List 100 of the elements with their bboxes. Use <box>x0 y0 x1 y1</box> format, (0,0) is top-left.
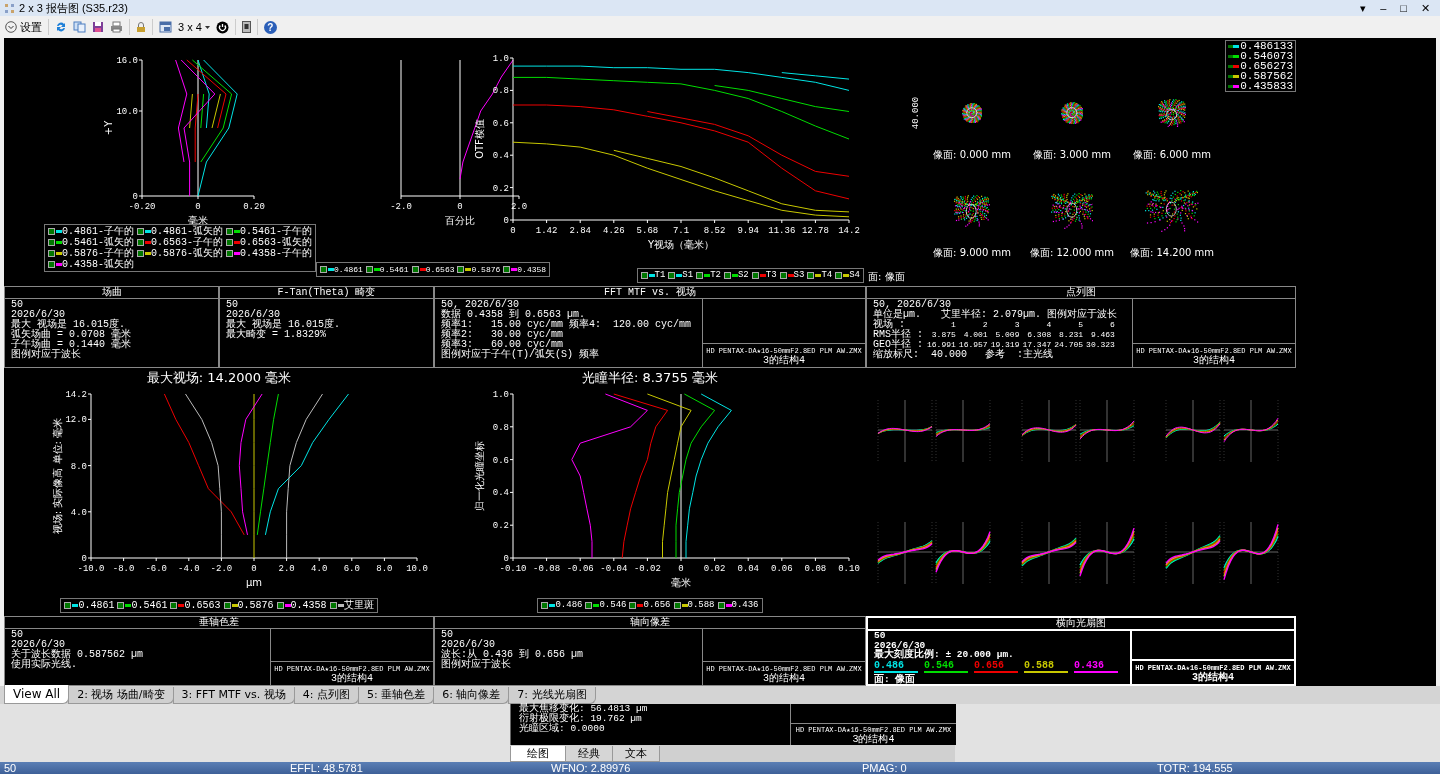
tab[interactable]: 经典 <box>565 746 613 762</box>
spot-diagram-drawing <box>1145 190 1199 232</box>
lock-icon[interactable] <box>136 21 146 33</box>
legend-label: 0.5461 <box>379 264 409 275</box>
tab[interactable]: 绘图 <box>510 746 566 762</box>
power-icon[interactable] <box>215 20 229 34</box>
layout-dropdown[interactable]: 3 x 4 <box>178 21 210 33</box>
window-control[interactable]: ▾ <box>1360 1 1367 15</box>
legend-swatch <box>178 604 185 607</box>
tick-label: 8.0 <box>70 461 87 472</box>
file-label: 3的结构4 <box>330 674 374 684</box>
tab[interactable]: 文本 <box>612 746 660 762</box>
legend-label: S1 <box>682 270 694 281</box>
tick-label: 2.0 <box>278 564 295 574</box>
tab[interactable]: 5: 垂轴色差 <box>357 687 435 704</box>
window-control[interactable]: □ <box>1400 1 1407 15</box>
line-series <box>512 65 850 91</box>
tick-label: 7.1 <box>672 226 690 236</box>
info-text: 最大畸变 = 1.8329% <box>226 330 327 340</box>
tick-label: 12.0 <box>65 415 87 426</box>
window-control[interactable]: – <box>1380 1 1387 15</box>
file-label: 3的结构4 <box>762 356 806 366</box>
chart-title: 最大视场: 14.2000 毫米 <box>145 370 293 386</box>
checkbox-icon <box>717 602 725 609</box>
legend-swatch <box>549 604 556 607</box>
axis-title: OTF模值 <box>474 119 485 159</box>
spot-diagram-drawing <box>1060 101 1084 125</box>
status-text: TOTR: 194.555 <box>1157 762 1234 774</box>
table-cell-text: 19.319 <box>990 340 1021 349</box>
save-icon[interactable] <box>92 21 104 33</box>
book-icon[interactable] <box>241 21 251 33</box>
tab[interactable]: 2: 视场 场曲/畸变 <box>68 687 174 704</box>
tab[interactable]: 3: FFT MTF vs. 视场 <box>172 687 295 704</box>
checkbox-icon <box>673 602 681 609</box>
window-control[interactable]: ✕ <box>1421 1 1430 15</box>
checkbox-icon <box>48 250 55 257</box>
info-text: 频率2: 30.00 cyc/mm <box>441 330 565 340</box>
file-label: 3的结构4 <box>762 674 806 684</box>
legend-label: T3 <box>765 270 777 281</box>
spot-diagram-drawing <box>1157 98 1187 128</box>
checkbox-icon <box>329 602 337 609</box>
tab[interactable]: 7: 光线光扇图 <box>508 687 596 704</box>
legend-swatch <box>648 274 655 277</box>
app-icon <box>4 2 15 14</box>
help-icon[interactable]: ? <box>263 20 277 34</box>
window-icon[interactable] <box>159 21 172 33</box>
tab[interactable]: View All <box>4 685 70 704</box>
tick-label: 0.8 <box>492 422 509 433</box>
info-text: 50 <box>874 631 887 641</box>
checkbox-icon <box>503 266 511 273</box>
legend-label: 0.4358 <box>517 264 547 275</box>
print-icon[interactable] <box>110 21 123 33</box>
tick-label: 0.6 <box>492 118 509 129</box>
tab[interactable]: 4: 点列图 <box>293 687 359 704</box>
checkbox-icon <box>226 239 234 246</box>
copy-icon[interactable] <box>73 21 86 33</box>
checkbox-icon <box>751 272 759 279</box>
refresh-icon[interactable] <box>55 21 67 33</box>
axis-title: 毫米 <box>671 577 691 588</box>
tick-label: 0.02 <box>703 564 726 574</box>
checkbox-icon <box>48 239 55 246</box>
tick-label: 1.0 <box>492 54 509 64</box>
table-cell: 17.347 <box>1022 340 1055 350</box>
tick-label: 0 <box>251 564 257 574</box>
tick-label: -2.0 <box>389 202 412 212</box>
legend-swatch <box>337 604 344 607</box>
tick-label: 10.0 <box>116 107 138 117</box>
checkbox-icon <box>585 602 593 609</box>
status-text: EFFL: 48.5781 <box>290 762 364 774</box>
line-series <box>512 141 850 218</box>
table-cell: 16.957 <box>958 340 991 350</box>
legend-label: 0.5876-子午的 <box>62 248 134 259</box>
window-title: 2 x 3 报告图 (S35.r23) <box>19 0 128 16</box>
info-text: 50, 2026/6/30 <box>873 300 951 310</box>
legend-label: 0.546073 <box>1240 51 1293 61</box>
legend-label: 0.6563-子午的 <box>151 237 224 248</box>
legend-label: S3 <box>793 270 805 281</box>
legend-label: 0.4358-子午的 <box>240 248 313 259</box>
tick-label: 14.2 <box>838 226 860 236</box>
settings-button[interactable]: 设置 <box>5 19 42 35</box>
tick-label: -0.06 <box>566 564 594 574</box>
checkbox-icon <box>835 272 843 279</box>
file-label: 3的结构4 <box>1192 356 1236 366</box>
info-text: 2026/6/30 <box>11 640 65 650</box>
axis-title: µm <box>245 577 263 588</box>
tick-label: 5.68 <box>636 226 659 236</box>
tick-label: -0.20 <box>128 202 156 212</box>
tick-label: 1.0 <box>492 390 509 400</box>
legend-swatch <box>787 274 794 277</box>
legend-label: T2 <box>710 270 721 281</box>
table-cell-text: 30.323 <box>1086 340 1116 350</box>
info-text: 使用实际光线. <box>11 660 78 670</box>
checkbox-icon <box>137 250 144 257</box>
legend-swatch <box>234 241 241 244</box>
checkbox-icon <box>629 602 637 609</box>
legend-swatch <box>56 263 62 266</box>
tab[interactable]: 6: 轴向像差 <box>433 687 510 704</box>
wavelength-label: 0.656 <box>974 660 1018 673</box>
tick-label: 0 <box>81 554 87 564</box>
checkbox-icon <box>779 272 787 279</box>
